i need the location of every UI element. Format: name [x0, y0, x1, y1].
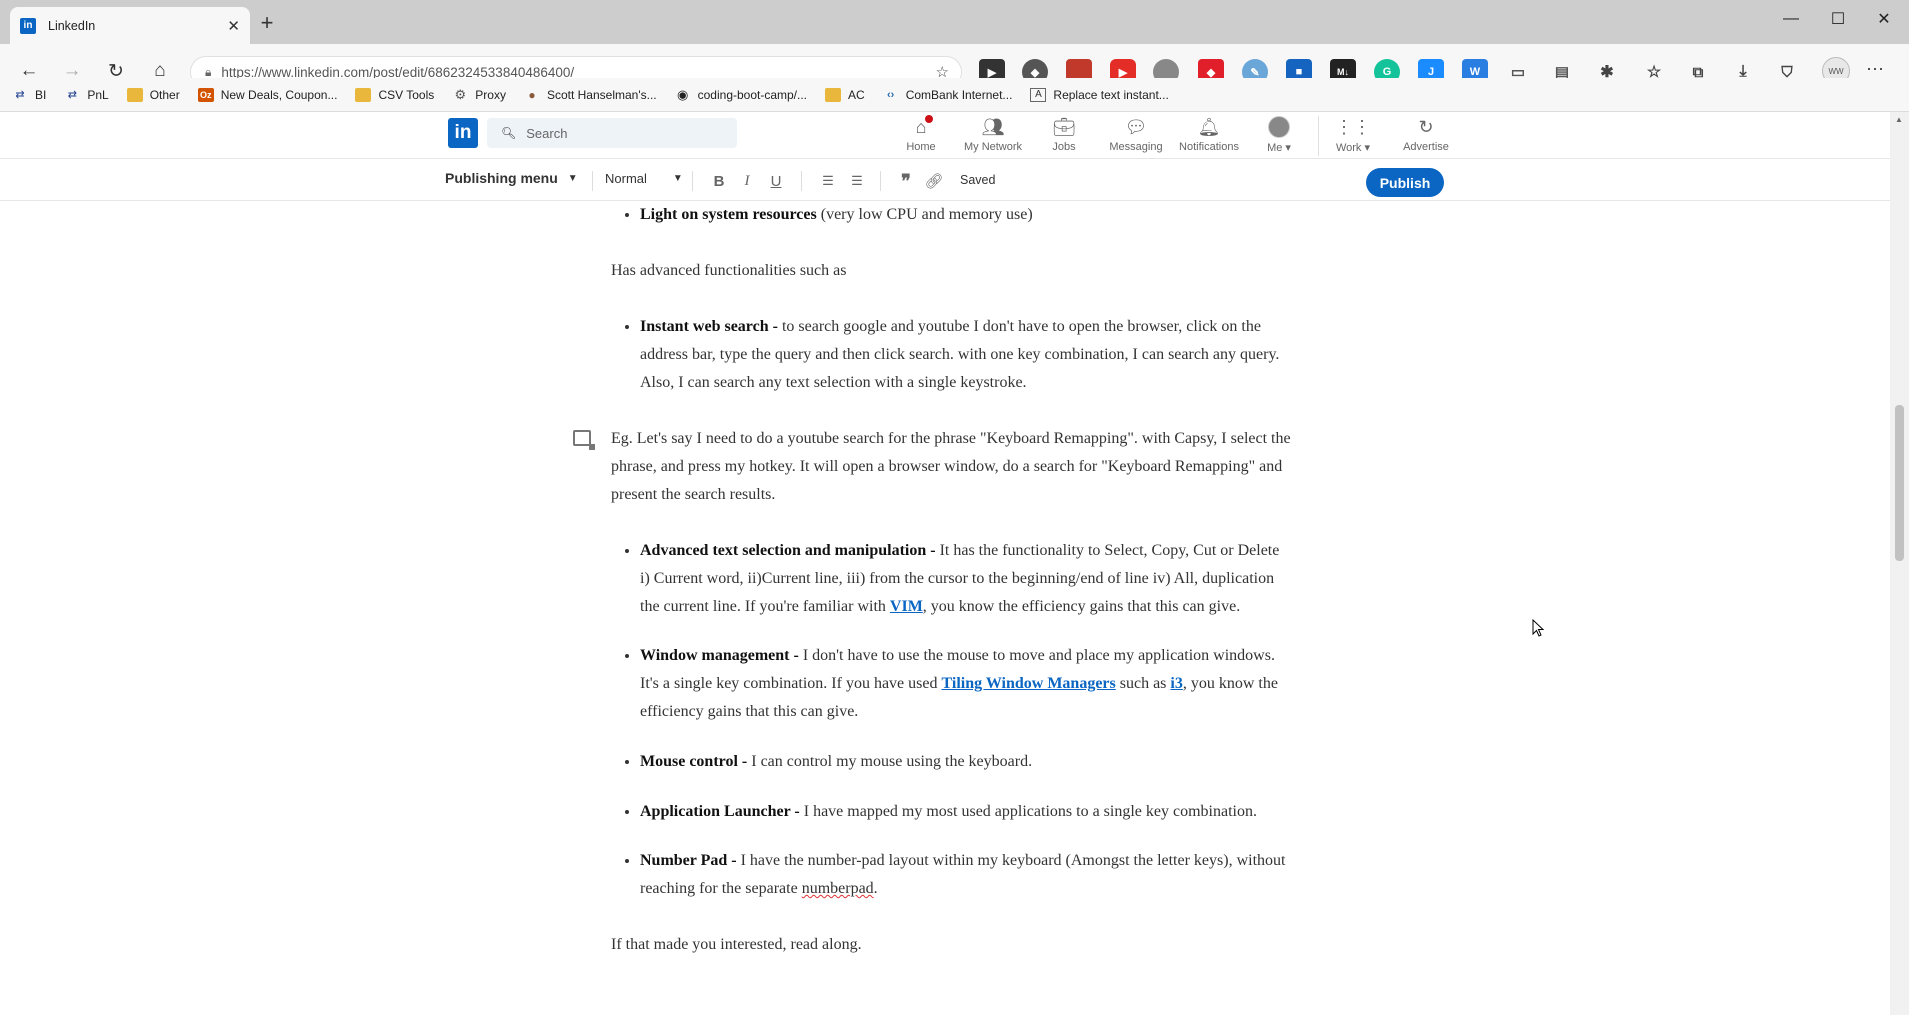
toolbar-divider: [592, 171, 593, 191]
list-item: Instant web search - to search google an…: [640, 313, 1291, 397]
bold-button[interactable]: B: [707, 169, 731, 193]
advertise-icon: ↻: [1418, 116, 1434, 137]
nav-jobs[interactable]: 💼︎ Jobs: [1027, 116, 1101, 154]
list-item: Mouse control - I can control my mouse u…: [640, 748, 1291, 776]
list-item: Light on system resources (very low CPU …: [640, 201, 1291, 229]
messaging-icon: 💬︎: [1124, 116, 1148, 137]
toolbar-divider: [692, 171, 693, 191]
article-body[interactable]: Light on system resources (very low CPU …: [611, 201, 1291, 959]
linkedin-page: in 🔍︎ Search ⌂ Home 👥︎ My Network 💼︎ Job…: [0, 112, 1890, 1015]
i3-link[interactable]: i3: [1170, 675, 1182, 692]
linkedin-favicon-icon: in: [20, 17, 36, 34]
search-placeholder: Search: [526, 125, 568, 141]
bell-icon: 🔔︎: [1197, 116, 1221, 137]
link-icon[interactable]: 🔗︎: [922, 169, 946, 193]
folder-icon: [126, 87, 143, 102]
bookmark-csv-tools[interactable]: CSV Tools: [355, 87, 434, 102]
quote-icon[interactable]: ❞: [894, 169, 918, 193]
bookmark-combank[interactable]: ‹› ComBank Internet...: [883, 88, 1012, 102]
bookmark-pnl[interactable]: ⇄ PnL: [64, 88, 109, 102]
github-icon: ◉: [676, 86, 689, 102]
me-avatar-icon: [1267, 116, 1291, 138]
person-icon: ●: [528, 87, 536, 102]
publish-button[interactable]: Publish: [1366, 168, 1444, 197]
bulleted-list-icon[interactable]: ☰: [845, 169, 869, 193]
add-block-icon[interactable]: [573, 430, 595, 450]
tab-title: LinkedIn: [48, 18, 96, 33]
page-scrollbar[interactable]: ▲: [1890, 112, 1909, 1015]
nav-work[interactable]: ⋮⋮ Work ▾: [1316, 116, 1390, 155]
underline-button[interactable]: U: [764, 169, 788, 193]
publishing-menu-dropdown[interactable]: Publishing menu ▼: [445, 170, 578, 186]
nav-messaging[interactable]: 💬︎ Messaging: [1099, 116, 1173, 154]
numbered-list-icon[interactable]: ☰: [816, 169, 840, 193]
search-icon: 🔍︎: [501, 126, 517, 140]
toolbar-divider: [880, 171, 881, 191]
bookmark-replace-text[interactable]: A Replace text instant...: [1030, 87, 1169, 102]
bookmark-other[interactable]: Other: [126, 87, 180, 102]
italic-button[interactable]: I: [735, 169, 759, 193]
pnl-icon: ⇄: [67, 89, 77, 101]
misspelled-word: numberpad: [801, 880, 874, 897]
code-icon: ‹›: [887, 88, 895, 101]
toolbar-divider: [801, 171, 802, 191]
close-tab-icon[interactable]: ✕: [227, 17, 240, 35]
a-icon: A: [1030, 87, 1047, 102]
vim-link[interactable]: VIM: [890, 598, 923, 615]
new-tab-button[interactable]: +: [253, 9, 281, 37]
bookmark-new-deals[interactable]: Oz New Deals, Coupon...: [197, 87, 337, 102]
browser-tab-strip: in LinkedIn ✕ + — ☐ ✕: [0, 0, 1909, 44]
linkedin-logo-icon[interactable]: in: [448, 118, 478, 148]
folder-icon: [825, 87, 842, 102]
nav-me[interactable]: Me ▾: [1242, 116, 1316, 154]
bookmark-scott-hanselman[interactable]: ● Scott Hanselman's...: [524, 87, 656, 102]
close-window-button[interactable]: ✕: [1861, 0, 1907, 38]
bullet-list: Light on system resources (very low CPU …: [611, 201, 1291, 229]
list-item: Window management - I don't have to use …: [640, 642, 1291, 726]
network-icon: 👥︎: [981, 116, 1005, 137]
bookmark-proxy[interactable]: ⚙ Proxy: [452, 86, 506, 102]
bullet-list: Advanced text selection and manipulation…: [611, 537, 1291, 903]
bookmark-ac[interactable]: AC: [825, 87, 865, 102]
grid-icon: ⋮⋮: [1335, 116, 1371, 137]
mouse-cursor-icon: [1532, 619, 1545, 637]
editor-toolbar: Publishing menu ▼ Normal ▼ B I U ☰ ☰ ❞ 🔗…: [0, 159, 1890, 201]
nav-my-network[interactable]: 👥︎ My Network: [956, 116, 1030, 154]
bullet-list: Instant web search - to search google an…: [611, 313, 1291, 397]
saved-status: Saved: [960, 173, 996, 187]
search-input[interactable]: 🔍︎ Search: [487, 118, 737, 148]
browser-more-menu-icon[interactable]: ···: [1866, 58, 1884, 79]
bookmarks-bar: ⇄ BI ⇄ PnL Other Oz New Deals, Coupon... CS…: [0, 78, 1909, 112]
tiling-window-managers-link[interactable]: Tiling Window Managers: [941, 675, 1115, 692]
list-item: Application Launcher - I have mapped my …: [640, 798, 1291, 826]
caret-down-icon: ▼: [672, 173, 683, 184]
browser-tab[interactable]: in LinkedIn ✕: [10, 7, 250, 44]
paragraph: Has advanced functionalities such as: [611, 262, 847, 279]
list-item: Advanced text selection and manipulation…: [640, 537, 1291, 621]
oz-icon: Oz: [197, 87, 214, 102]
maximize-window-button[interactable]: ☐: [1815, 0, 1861, 38]
nav-notifications[interactable]: 🔔︎ Notifications: [1172, 116, 1246, 154]
notification-dot: [923, 113, 935, 125]
home-icon: ⌂: [909, 113, 935, 138]
scroll-up-arrow-icon[interactable]: ▲: [1895, 115, 1903, 124]
folder-icon: [355, 87, 372, 102]
caret-down-icon: ▼: [567, 172, 578, 184]
text-style-dropdown[interactable]: Normal ▼: [605, 171, 683, 186]
nav-home[interactable]: ⌂ Home: [884, 113, 958, 153]
briefcase-icon: 💼︎: [1052, 116, 1076, 137]
scrollbar-thumb[interactable]: [1895, 405, 1904, 561]
nav-advertise[interactable]: ↻ Advertise: [1389, 116, 1463, 154]
paragraph: If that made you interested, read along.: [611, 936, 862, 953]
minimize-window-button[interactable]: —: [1768, 0, 1814, 38]
gear-icon: ⚙: [454, 86, 467, 102]
bookmark-bi[interactable]: ⇄ BI: [12, 88, 46, 102]
bookmark-coding-boot-camp[interactable]: ◉ coding-boot-camp/...: [675, 86, 807, 102]
list-item: Number Pad - I have the number-pad layou…: [640, 847, 1291, 903]
linkedin-global-nav: in 🔍︎ Search ⌂ Home 👥︎ My Network 💼︎ Job…: [0, 112, 1890, 159]
paragraph: Eg. Let's say I need to do a youtube sea…: [611, 430, 1291, 503]
bi-icon: ⇄: [15, 89, 25, 101]
